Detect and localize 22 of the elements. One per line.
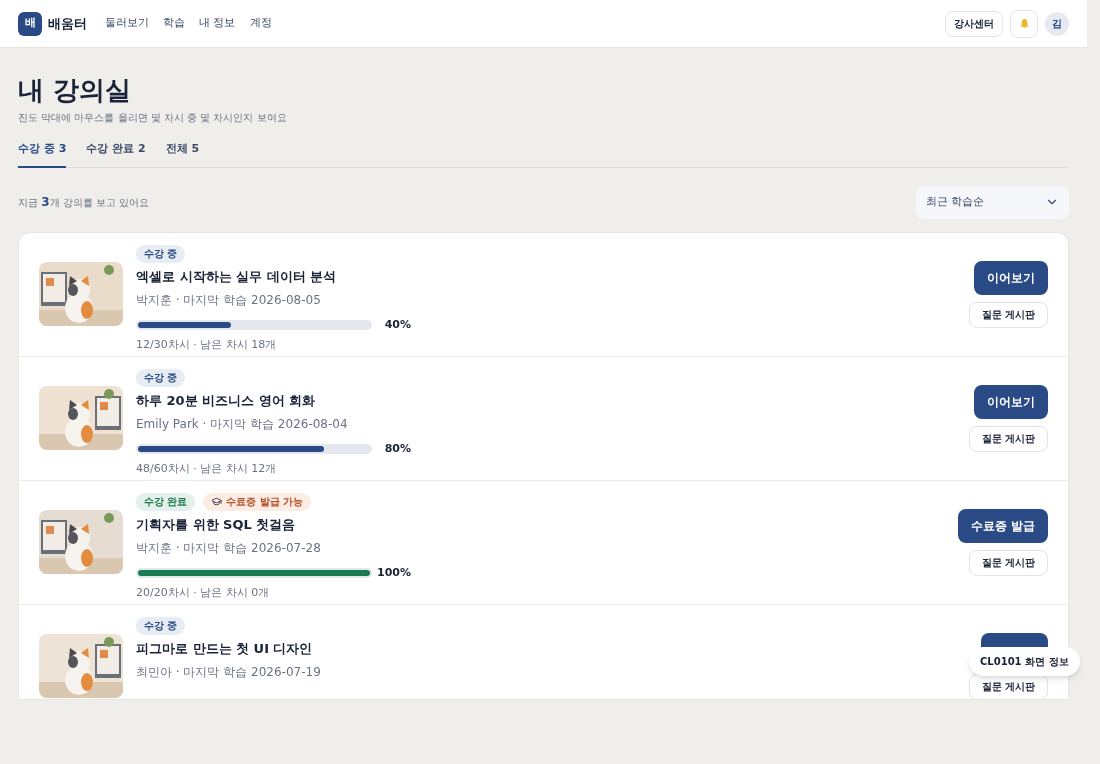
progress-percent: 80% xyxy=(384,440,411,457)
session-count: 48/60차시 · 남은 차시 12개 xyxy=(136,461,278,477)
course-meta: 최민아 · 마지막 학습 2026-07-19 xyxy=(136,663,322,681)
course-title: 엑셀로 시작하는 실무 데이터 분석 xyxy=(136,267,338,286)
status-badge: 수강 중 xyxy=(136,616,186,635)
status-badge: 수강 중 xyxy=(136,368,186,387)
summary-text: 지금 3개 강의를 보고 있어요 xyxy=(18,194,150,211)
course-meta: 박지훈 · 마지막 학습 2026-08-05 xyxy=(136,291,322,309)
status-badge: 수료증 발급 가능 xyxy=(203,492,312,511)
status-badge: 수강 중 xyxy=(136,244,186,263)
course-meta: Emily Park · 마지막 학습 2026-08-04 xyxy=(136,415,349,433)
course-meta: 박지훈 · 마지막 학습 2026-07-28 xyxy=(136,539,322,557)
page-subtitle: 진도 막대에 마우스를 올리면 몇 차시 중 몇 차시인지 보여요 xyxy=(18,111,288,125)
session-count: 12/30차시 · 남은 차시 18개 xyxy=(136,337,278,353)
page-title: 내 강의실 xyxy=(18,74,133,106)
course-title: 기획자를 위한 SQL 첫걸음 xyxy=(136,515,297,534)
course-title: 피그마로 만드는 첫 UI 디자인 xyxy=(136,639,314,658)
progress-percent: 40% xyxy=(384,316,411,333)
progress-percent: 100% xyxy=(377,564,411,581)
session-count: 20/20차시 · 남은 차시 0개 xyxy=(136,585,271,601)
status-badge: 수강 완료 xyxy=(136,492,196,511)
course-title: 하루 20분 비즈니스 영어 회화 xyxy=(136,391,317,410)
